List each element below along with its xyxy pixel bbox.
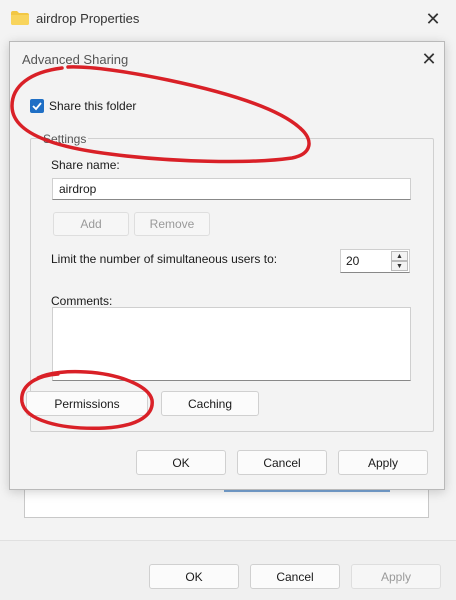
advanced-sharing-dialog: Advanced Sharing ✕ Share this folder Set… [9,41,445,490]
properties-content-panel [24,488,429,518]
close-icon[interactable]: ✕ [418,48,440,70]
caching-button[interactable]: Caching [161,391,259,416]
limit-users-value[interactable]: 20 [346,254,359,268]
checkmark-icon [32,102,42,111]
settings-legend: Settings [41,132,89,146]
share-folder-checkbox[interactable] [30,99,44,113]
properties-footer: OK Cancel Apply [0,540,456,600]
limit-users-stepper[interactable]: 20 ▲ ▼ [340,249,410,273]
add-button[interactable]: Add [53,212,129,236]
dialog-title: Advanced Sharing [22,52,129,67]
comments-label: Comments: [51,294,113,308]
comments-textarea[interactable] [52,307,411,381]
dialog-apply-button[interactable]: Apply [338,450,428,475]
properties-titlebar: airdrop Properties ✕ [0,0,456,38]
share-name-input[interactable] [52,178,411,200]
properties-cancel-button[interactable]: Cancel [250,564,340,589]
limit-users-label: Limit the number of simultaneous users t… [51,252,278,266]
chevron-up-icon[interactable]: ▲ [391,251,408,261]
dialog-ok-button[interactable]: OK [136,450,226,475]
share-folder-label[interactable]: Share this folder [49,99,136,113]
remove-button[interactable]: Remove [134,212,210,236]
dialog-cancel-button[interactable]: Cancel [237,450,327,475]
properties-ok-button[interactable]: OK [149,564,239,589]
folder-icon [11,11,29,25]
properties-apply-button[interactable]: Apply [351,564,441,589]
close-icon[interactable]: ✕ [422,8,444,30]
selection-highlight [224,490,390,492]
properties-title: airdrop Properties [36,11,140,26]
permissions-button[interactable]: Permissions [26,391,148,416]
chevron-down-icon[interactable]: ▼ [391,261,408,271]
share-name-label: Share name: [51,158,120,172]
